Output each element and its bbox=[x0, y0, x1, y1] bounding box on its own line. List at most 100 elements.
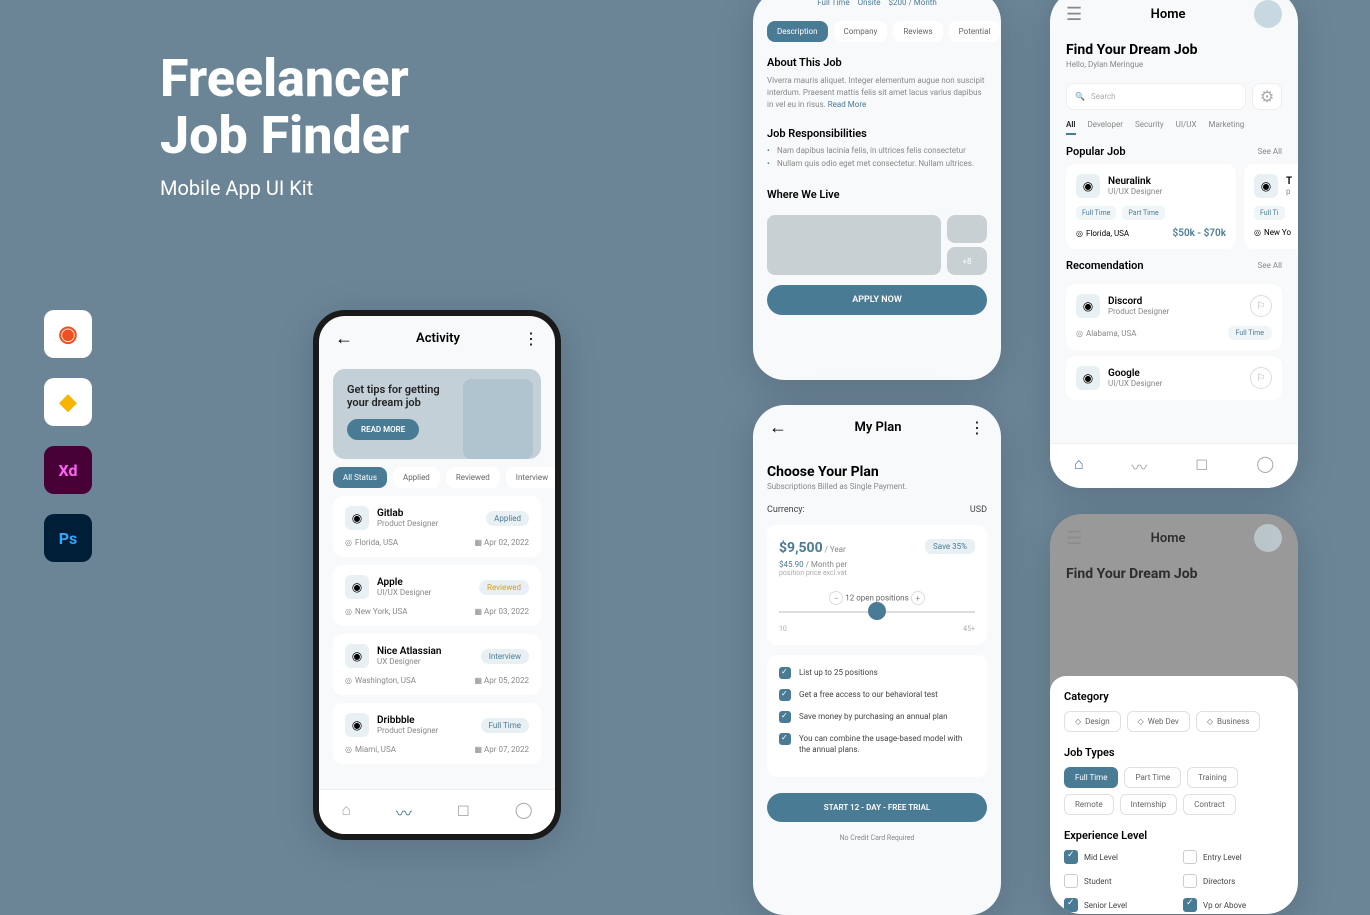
banner-image bbox=[463, 379, 533, 459]
popular-job-card[interactable]: ◉NeuralinkUI/UX Designer Full TimePart T… bbox=[1066, 164, 1236, 249]
xd-icon: Xd bbox=[44, 446, 92, 494]
category-chip[interactable]: ◇ Business bbox=[1196, 711, 1261, 732]
job-card[interactable]: ◉Nice AtlassianUX DesignerInterview ◎ Wa… bbox=[333, 634, 541, 695]
gallery-main-image[interactable] bbox=[767, 215, 941, 275]
nav-home-icon[interactable]: ⌂ bbox=[341, 800, 351, 824]
back-icon[interactable]: ← bbox=[769, 417, 787, 438]
read-more-link[interactable]: Read More bbox=[828, 100, 866, 109]
menu-dots-icon[interactable]: ⋮ bbox=[969, 418, 985, 437]
check-icon bbox=[779, 667, 791, 679]
menu-icon[interactable]: ☰ bbox=[1066, 528, 1082, 549]
currency-value[interactable]: USD bbox=[970, 505, 987, 515]
search-input[interactable]: 🔍 Search bbox=[1066, 83, 1246, 110]
see-all-link[interactable]: See All bbox=[1258, 147, 1282, 156]
ps-icon: Ps bbox=[44, 514, 92, 562]
company-logo-icon: ◉ bbox=[1076, 366, 1100, 390]
status-chip[interactable]: Applied bbox=[393, 467, 440, 488]
tab-potential[interactable]: Potential bbox=[949, 21, 1001, 42]
category-tab[interactable]: UI/UX bbox=[1176, 120, 1197, 135]
currency-label: Currency: bbox=[767, 505, 805, 515]
see-all-link[interactable]: See All bbox=[1258, 261, 1282, 270]
nav-profile-icon[interactable]: ◯ bbox=[515, 800, 533, 824]
exp-checkbox[interactable]: Mid Level bbox=[1064, 850, 1163, 864]
decrease-button[interactable]: − bbox=[829, 591, 843, 605]
company-logo-icon: ◉ bbox=[345, 506, 369, 530]
about-heading: About This Job bbox=[767, 56, 987, 69]
nav-profile-icon[interactable]: ◯ bbox=[1256, 454, 1274, 478]
where-heading: Where We Live bbox=[767, 188, 987, 201]
back-icon[interactable]: ← bbox=[335, 328, 353, 349]
avatar[interactable] bbox=[1254, 0, 1282, 28]
popular-heading: Popular Job bbox=[1066, 145, 1126, 158]
exp-checkbox[interactable]: Senior Level bbox=[1064, 898, 1163, 912]
recommendation-card[interactable]: ◉GoogleUI/UX Designer⚐ bbox=[1066, 356, 1282, 400]
category-tab[interactable]: Marketing bbox=[1209, 120, 1245, 135]
gallery-more[interactable]: +8 bbox=[947, 247, 987, 275]
tab-reviews[interactable]: Reviews bbox=[893, 21, 942, 42]
jobtype-chip[interactable]: Contract bbox=[1183, 794, 1236, 815]
exp-checkbox[interactable]: Student bbox=[1064, 874, 1163, 888]
banner-text: Get tips for getting your dream job bbox=[347, 383, 455, 409]
jobtype-chip[interactable]: Remote bbox=[1064, 794, 1114, 815]
read-more-button[interactable]: READ MORE bbox=[347, 419, 419, 440]
nav-activity-icon[interactable]: 〰 bbox=[396, 800, 412, 824]
category-tab[interactable]: All bbox=[1066, 120, 1076, 135]
exp-checkbox[interactable]: Vp or Above bbox=[1183, 898, 1282, 912]
nav-activity-icon[interactable]: 〰 bbox=[1131, 454, 1147, 478]
avatar[interactable] bbox=[1254, 524, 1282, 552]
nav-chat-icon[interactable]: ◻ bbox=[1195, 454, 1208, 478]
gallery-thumb[interactable] bbox=[947, 215, 987, 243]
company-logo-icon: ◉ bbox=[345, 644, 369, 668]
nav-home-icon[interactable]: ⌂ bbox=[1074, 454, 1084, 478]
category-chip[interactable]: ◇ Web Dev bbox=[1127, 711, 1190, 732]
jobtype-chip[interactable]: Part Time bbox=[1124, 767, 1181, 788]
bullet-item: Nam dapibus lacinia felis, in ultrices f… bbox=[767, 146, 987, 155]
tips-banner: Get tips for getting your dream job READ… bbox=[333, 369, 541, 459]
job-card[interactable]: ◉GitlabProduct DesignerApplied ◎ Florida… bbox=[333, 496, 541, 557]
nav-chat-icon[interactable]: ◻ bbox=[457, 800, 470, 824]
exp-checkbox[interactable]: Entry Level bbox=[1183, 850, 1282, 864]
bookmark-icon[interactable]: ⚐ bbox=[1250, 295, 1272, 317]
menu-dots-icon[interactable]: ⋮ bbox=[523, 329, 539, 348]
hero-title: FreelancerJob Finder bbox=[160, 50, 409, 164]
exp-checkbox[interactable]: Directors bbox=[1183, 874, 1282, 888]
apply-now-button[interactable]: APPLY NOW bbox=[767, 285, 987, 315]
location-text: ◎ Washington, USA bbox=[345, 676, 416, 685]
location-text: ◎ Florida, USA bbox=[345, 538, 398, 547]
responsibilities-heading: Job Responsibilities bbox=[767, 127, 987, 140]
jobtype-chip[interactable]: Training bbox=[1187, 767, 1238, 788]
menu-icon[interactable]: ☰ bbox=[1066, 4, 1082, 25]
bookmark-icon[interactable]: ⚐ bbox=[1250, 367, 1272, 389]
page-title: Home bbox=[1151, 7, 1186, 22]
filter-icon[interactable]: ⚙ bbox=[1252, 83, 1282, 110]
company-logo-icon: ◉ bbox=[345, 575, 369, 599]
sketch-icon: ◆ bbox=[44, 378, 92, 426]
location-text: ◎ New York, USA bbox=[345, 607, 408, 616]
status-badge: Full Time bbox=[481, 718, 529, 733]
category-tab[interactable]: Developer bbox=[1088, 120, 1123, 135]
greeting-text: Hello, Dylan Meringue bbox=[1066, 60, 1282, 69]
recommendation-heading: Recomendation bbox=[1066, 259, 1144, 272]
status-chip[interactable]: Interview bbox=[506, 467, 555, 488]
category-chip[interactable]: ◇ Design bbox=[1064, 711, 1121, 732]
job-card[interactable]: ◉AppleUI/UX DesignerReviewed ◎ New York,… bbox=[333, 565, 541, 626]
status-badge: Reviewed bbox=[479, 580, 529, 595]
about-text: Viverra mauris aliquet. Integer elementu… bbox=[767, 75, 987, 111]
job-card[interactable]: ◉DribbbleProduct DesignerFull Time ◎ Mia… bbox=[333, 703, 541, 764]
recommendation-card[interactable]: ◉DiscordProduct Designer⚐ ◎ Alabama, USA… bbox=[1066, 284, 1282, 350]
popular-job-card[interactable]: ◉Tp Full Ti ◎ New Yo bbox=[1244, 164, 1298, 249]
status-chip[interactable]: Reviewed bbox=[446, 467, 500, 488]
tab-company[interactable]: Company bbox=[834, 21, 888, 42]
experience-heading: Experience Level bbox=[1064, 829, 1284, 842]
status-chip[interactable]: All Status bbox=[333, 467, 387, 488]
slider-handle[interactable] bbox=[868, 602, 886, 620]
category-tab[interactable]: Security bbox=[1135, 120, 1164, 135]
tab-description[interactable]: Description bbox=[767, 21, 828, 42]
check-icon bbox=[779, 689, 791, 701]
jobtype-chip[interactable]: Full Time bbox=[1064, 767, 1118, 788]
salary-text: $50k - $70k bbox=[1173, 228, 1226, 239]
start-trial-button[interactable]: START 12 - DAY - FREE TRIAL bbox=[767, 793, 987, 822]
jobtype-chip[interactable]: Internship bbox=[1120, 794, 1178, 815]
increase-button[interactable]: + bbox=[911, 591, 925, 605]
job-tag: Full Time bbox=[817, 0, 849, 7]
